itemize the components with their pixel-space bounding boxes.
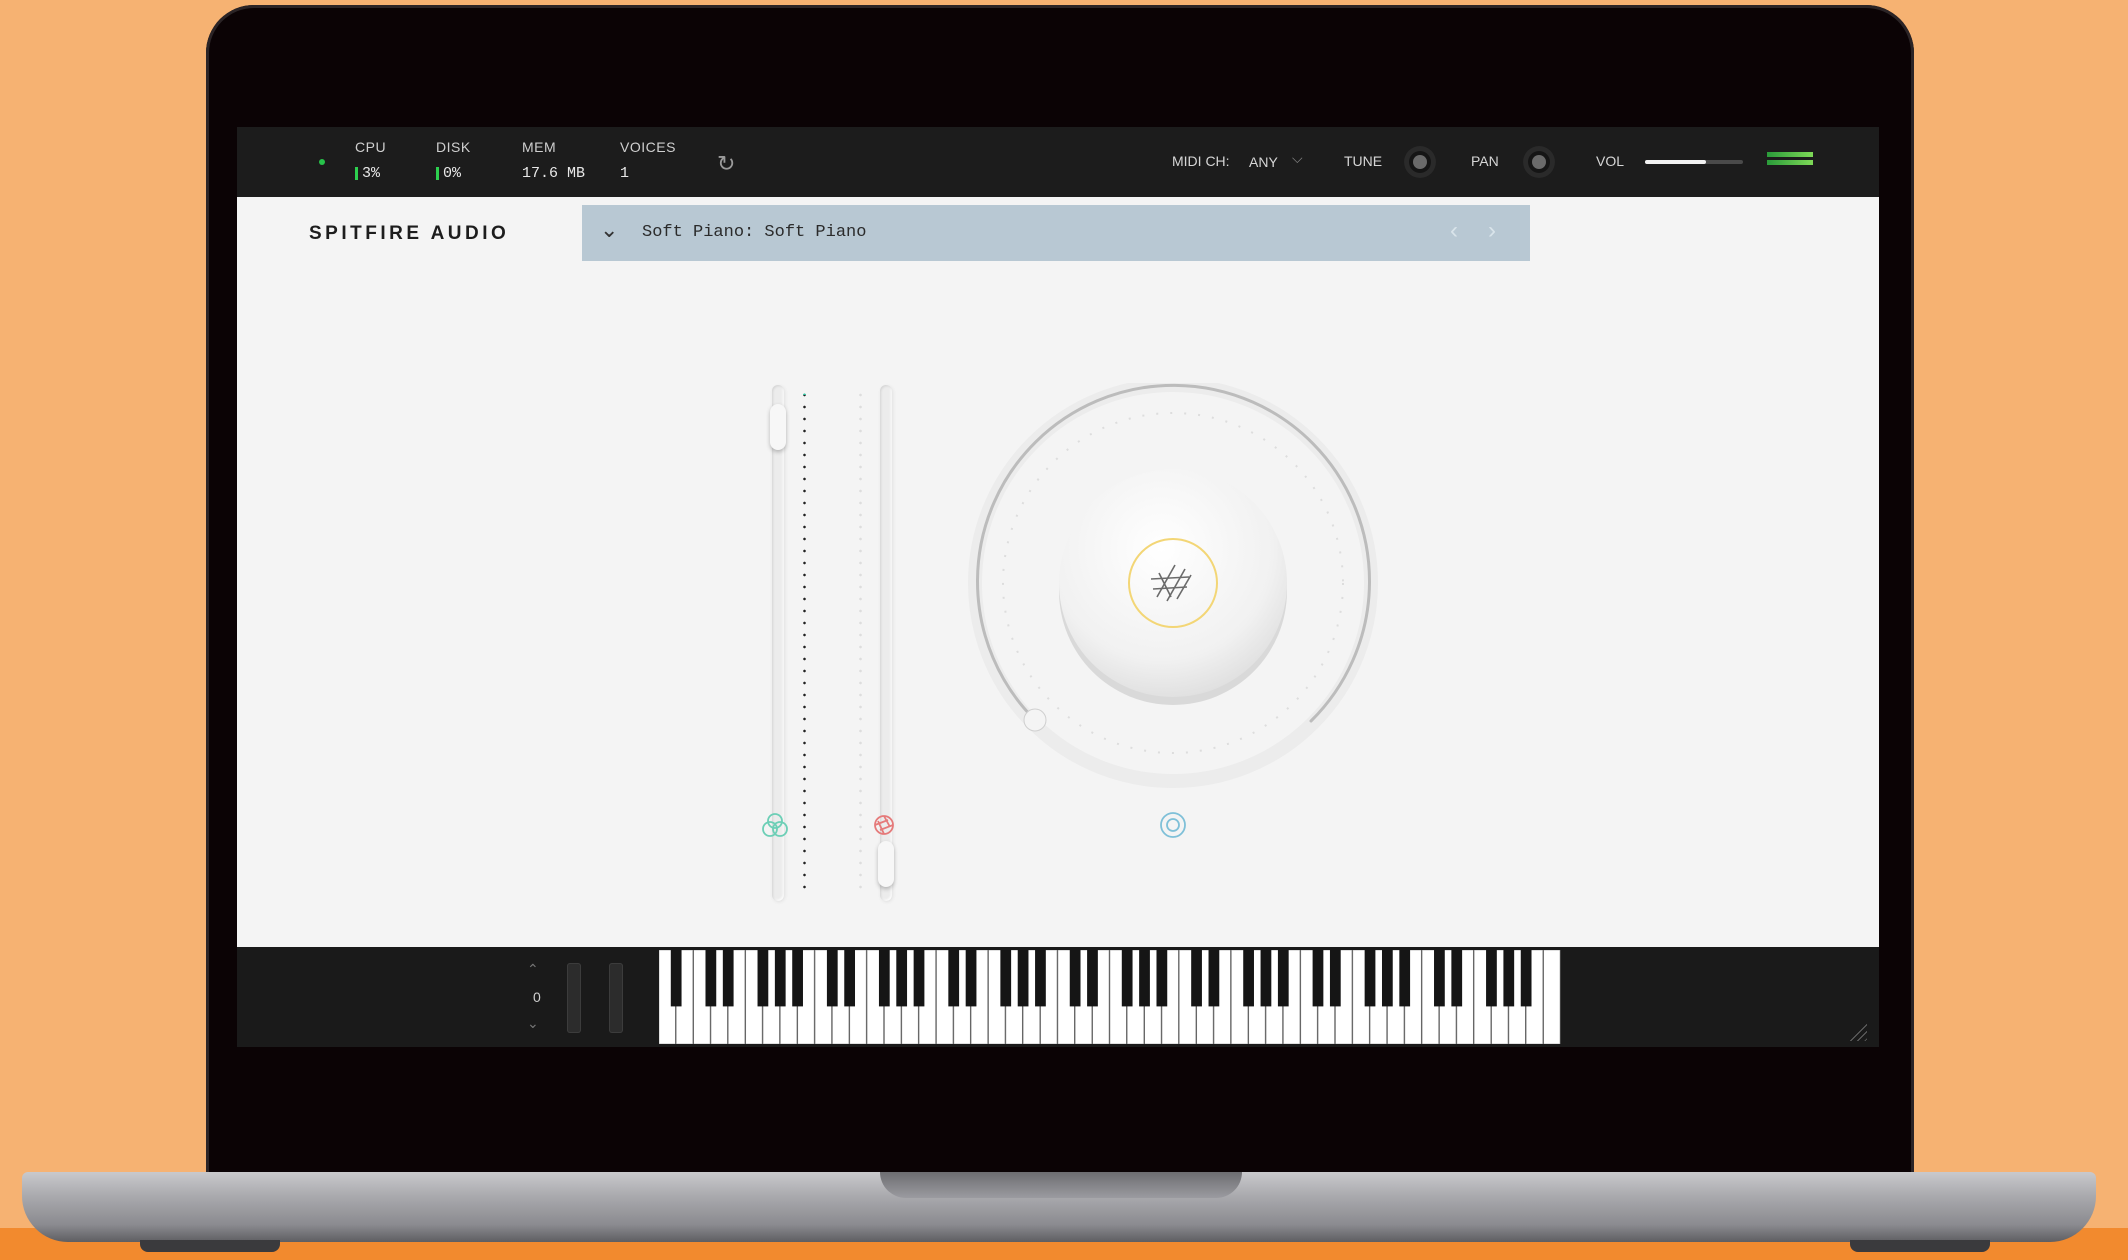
black-key[interactable]: [774, 950, 786, 1007]
disk-meter: [436, 167, 439, 180]
reverb-dial[interactable]: [951, 383, 1411, 813]
refresh-icon[interactable]: ↻: [717, 151, 735, 177]
cpu-value-row: 3%: [355, 165, 386, 182]
black-key[interactable]: [722, 950, 734, 1007]
next-preset-icon[interactable]: ›: [1488, 217, 1496, 245]
chevron-down-icon[interactable]: ⌄: [600, 217, 618, 243]
cpu-stat: CPU 3%: [355, 139, 386, 182]
piano-keyboard[interactable]: [659, 950, 1561, 1044]
black-key[interactable]: [1087, 950, 1098, 1007]
expression-indicator: [803, 389, 806, 395]
top-status-bar: CPU 3% DISK 0% MEM 17.6 MB VOICES 1 ↻ MI…: [237, 127, 1879, 197]
resize-handle-icon[interactable]: [1845, 1019, 1867, 1041]
tune-knob[interactable]: [1404, 146, 1436, 178]
brand-logo: SPITFIRE AUDIO: [309, 223, 510, 244]
black-key[interactable]: [1139, 950, 1150, 1007]
pitch-wheel[interactable]: [567, 963, 581, 1033]
midi-channel-label: MIDI CH:: [1172, 153, 1230, 169]
black-key[interactable]: [844, 950, 856, 1007]
cpu-value: 3%: [362, 165, 381, 182]
mem-stat: MEM 17.6 MB: [522, 139, 585, 182]
black-key[interactable]: [1277, 950, 1289, 1007]
laptop-foot: [1850, 1240, 1990, 1252]
reverb-icon: [1160, 812, 1186, 838]
keyboard-panel: ⌃ 0 ⌄: [237, 947, 1879, 1047]
expression-scale: [803, 389, 806, 897]
plugin-window: CPU 3% DISK 0% MEM 17.6 MB VOICES 1 ↻ MI…: [237, 127, 1879, 1047]
black-key[interactable]: [1156, 950, 1168, 1007]
output-level-meter: [1767, 152, 1813, 168]
status-indicator: [319, 159, 325, 165]
mem-value: 17.6 MB: [522, 165, 586, 182]
volume-slider[interactable]: [1645, 160, 1743, 164]
black-key[interactable]: [670, 950, 682, 1007]
vibrato-icon: [874, 815, 894, 835]
mod-wheel[interactable]: [609, 963, 623, 1033]
white-key[interactable]: [1543, 950, 1561, 1044]
black-key[interactable]: [1121, 950, 1133, 1007]
black-key[interactable]: [1329, 950, 1341, 1007]
black-key[interactable]: [965, 950, 977, 1007]
black-key[interactable]: [1486, 950, 1497, 1007]
octave-value: 0: [533, 989, 541, 1005]
preset-selector[interactable]: ⌄ Soft Piano: Soft Piano ‹ ›: [582, 205, 1530, 261]
chevron-down-icon[interactable]: ⌵: [1292, 150, 1303, 167]
cpu-meter: [355, 167, 358, 180]
voices-value: 1: [620, 165, 630, 182]
black-key[interactable]: [1017, 950, 1029, 1007]
black-key[interactable]: [1243, 950, 1254, 1007]
black-key[interactable]: [1399, 950, 1411, 1007]
tune-label: TUNE: [1344, 153, 1383, 169]
black-key[interactable]: [1520, 950, 1532, 1007]
expression-fader-handle[interactable]: [770, 403, 786, 450]
black-key[interactable]: [948, 950, 960, 1007]
disk-label: DISK: [436, 139, 471, 155]
black-key[interactable]: [913, 950, 925, 1007]
black-key[interactable]: [757, 950, 769, 1007]
voices-stat: VOICES 1: [620, 139, 676, 182]
pan-label: PAN: [1471, 153, 1499, 169]
black-key[interactable]: [1381, 950, 1393, 1007]
black-key[interactable]: [1451, 950, 1463, 1007]
black-key[interactable]: [1434, 950, 1445, 1007]
black-key[interactable]: [1000, 950, 1012, 1007]
black-key[interactable]: [1312, 950, 1324, 1007]
volume-slider-fill: [1645, 160, 1706, 164]
octave-down-icon[interactable]: ⌄: [527, 1015, 539, 1032]
black-key[interactable]: [792, 950, 803, 1007]
black-key[interactable]: [1191, 950, 1202, 1007]
black-key[interactable]: [1503, 950, 1515, 1007]
black-key[interactable]: [826, 950, 838, 1007]
black-key[interactable]: [896, 950, 908, 1007]
pan-knob[interactable]: [1523, 146, 1555, 178]
black-key[interactable]: [1260, 950, 1272, 1007]
voices-label: VOICES: [620, 139, 676, 155]
vibrato-fader-handle[interactable]: [878, 840, 894, 887]
black-key[interactable]: [1069, 950, 1081, 1007]
midi-channel-select[interactable]: ANY: [1249, 154, 1278, 170]
cpu-label: CPU: [355, 139, 387, 155]
mem-label: MEM: [522, 139, 557, 155]
previous-preset-icon[interactable]: ‹: [1450, 217, 1458, 245]
black-key[interactable]: [878, 950, 890, 1007]
black-key[interactable]: [705, 950, 717, 1007]
disk-value-row: 0%: [436, 165, 471, 182]
preset-name: Soft Piano: Soft Piano: [642, 223, 867, 242]
expression-icon: [762, 813, 788, 837]
disk-value: 0%: [443, 165, 462, 182]
laptop-notch: [880, 1172, 1242, 1198]
black-key[interactable]: [1364, 950, 1376, 1007]
octave-up-icon[interactable]: ⌃: [527, 961, 539, 978]
vibrato-scale: [859, 389, 862, 897]
black-key[interactable]: [1208, 950, 1220, 1007]
laptop-foot: [140, 1240, 280, 1252]
disk-stat: DISK 0%: [436, 139, 471, 182]
volume-label: VOL: [1596, 153, 1625, 169]
black-key[interactable]: [1035, 950, 1046, 1007]
